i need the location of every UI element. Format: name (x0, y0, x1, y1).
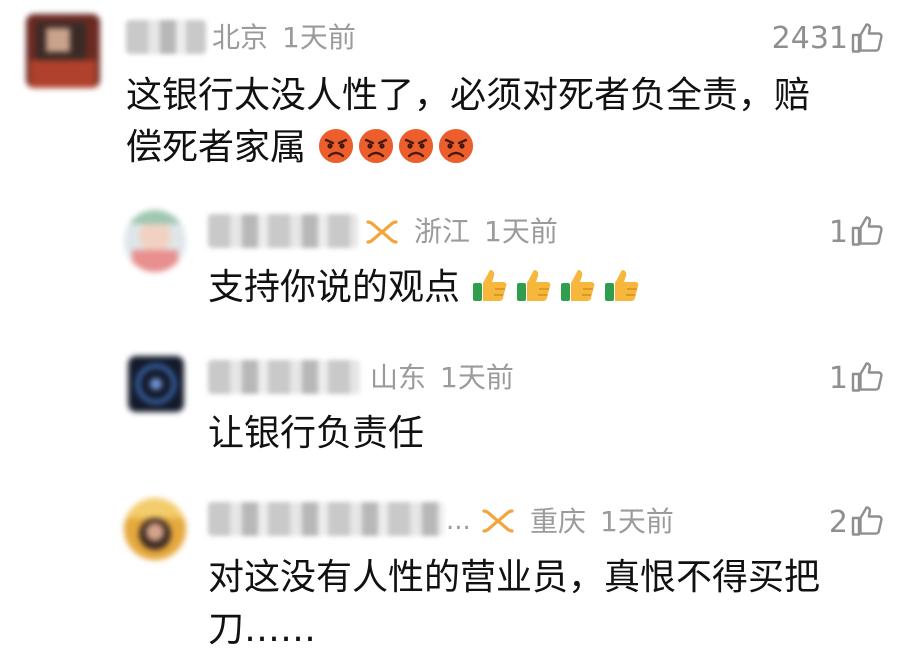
thumbs-up-icon[interactable] (850, 20, 886, 56)
emoji-row (306, 127, 477, 168)
thumbs-up-icon[interactable] (850, 213, 886, 249)
timestamp: 1天前 (440, 361, 514, 394)
member-badge-icon (482, 509, 514, 533)
avatar[interactable] (26, 14, 100, 88)
username-blurred[interactable] (208, 214, 358, 248)
angry-face-icon (359, 129, 394, 163)
like-count: 2431 (771, 21, 848, 56)
comment-text-line: 对这没有人性的营业员，真恨不得买把 (208, 557, 821, 598)
comment-text-line: 偿死者家属 (126, 127, 307, 168)
timestamp: 1天前 (484, 215, 558, 248)
timestamp: 1天前 (600, 505, 674, 538)
location: 山东 (370, 361, 427, 394)
comment-meta: 北京 1天前 (212, 21, 370, 55)
comment-text-line: 刀…… (208, 609, 317, 650)
comment-meta: 重庆 1天前 (530, 505, 688, 539)
comment-text-line: 这银行太没人性了，必须对死者负全责，赔 (126, 75, 811, 116)
thumbs-up-emoji-icon (517, 270, 551, 301)
comment-text-line: 支持你说的观点 (208, 267, 461, 308)
comment-text-line-2: 偿死者家属 (126, 122, 810, 174)
angry-face-icon (319, 129, 354, 163)
emoji-row (460, 267, 647, 308)
thumbs-up-emoji-icon (605, 270, 639, 301)
location: 浙江 (414, 215, 471, 248)
like-count: 2 (828, 505, 848, 540)
username-blurred[interactable] (208, 360, 360, 394)
timestamp: 1天前 (282, 21, 356, 54)
member-badge-icon (366, 220, 398, 244)
username-blurred[interactable] (126, 20, 206, 54)
comment-meta: 山东 1天前 (370, 361, 528, 395)
comment-text: 支持你说的观点 (208, 262, 647, 314)
angry-face-icon (399, 129, 434, 163)
thumbs-up-icon[interactable] (850, 359, 886, 395)
username-blurred[interactable] (208, 502, 444, 536)
location: 重庆 (530, 505, 587, 538)
angry-face-icon (439, 129, 474, 163)
avatar[interactable] (124, 498, 186, 560)
avatar[interactable] (128, 356, 184, 412)
avatar[interactable] (124, 210, 186, 272)
comment-meta: 浙江 1天前 (414, 215, 572, 249)
thumbs-up-emoji-icon (473, 270, 507, 301)
comment-text: 对这没有人性的营业员，真恨不得买把 刀…… (208, 552, 820, 656)
comment-text: 让银行负责任 (208, 408, 424, 460)
thumbs-up-icon[interactable] (850, 503, 886, 539)
location: 北京 (212, 21, 269, 54)
like-count: 1 (828, 361, 848, 396)
like-count: 1 (828, 215, 848, 250)
username-ellipsis: ... (446, 506, 471, 536)
thumbs-up-emoji-icon (561, 270, 595, 301)
comment-text: 这银行太没人性了，必须对死者负全责，赔 偿死者家属 (126, 70, 810, 174)
comment-text-line: 让银行负责任 (208, 413, 425, 454)
